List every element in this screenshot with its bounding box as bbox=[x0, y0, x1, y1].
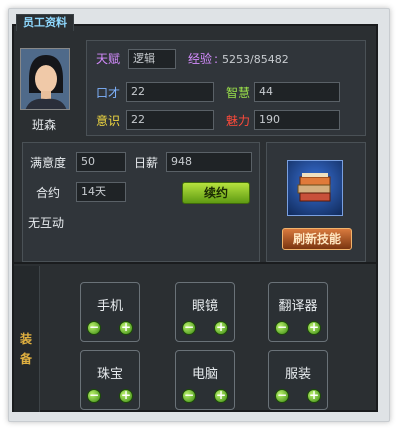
decrease-translator-button[interactable]: − bbox=[275, 321, 289, 335]
equip-slot-glasses[interactable]: 眼镜 − + bbox=[175, 282, 235, 342]
interaction-status: 无互动 bbox=[28, 216, 65, 230]
satisfaction-field: 50 bbox=[76, 152, 126, 172]
awareness-label: 意识 bbox=[96, 114, 121, 128]
eloquence-label: 口才 bbox=[96, 86, 121, 100]
refresh-skills-button[interactable]: 刷新技能 bbox=[282, 228, 352, 250]
increase-translator-button[interactable]: + bbox=[307, 321, 321, 335]
employee-name: 班森 bbox=[32, 118, 57, 132]
equip-slot-computer[interactable]: 电脑 − + bbox=[175, 350, 235, 410]
decrease-jewelry-button[interactable]: − bbox=[87, 389, 101, 403]
decrease-clothing-button[interactable]: − bbox=[275, 389, 289, 403]
exp-label: 经验 bbox=[188, 52, 213, 66]
decrease-phone-button[interactable]: − bbox=[87, 321, 101, 335]
renew-button[interactable]: 续约 bbox=[182, 182, 250, 204]
charm-field: 190 bbox=[254, 110, 340, 130]
decrease-glasses-button[interactable]: − bbox=[182, 321, 196, 335]
increase-jewelry-button[interactable]: + bbox=[119, 389, 133, 403]
talent-field: 逻辑 bbox=[128, 49, 176, 69]
term-field: 14天 bbox=[76, 182, 126, 202]
term-label: 合约 bbox=[36, 186, 61, 200]
talent-label: 天赋 bbox=[96, 52, 121, 66]
charm-label: 魅力 bbox=[226, 114, 251, 128]
eloquence-field: 22 bbox=[126, 82, 214, 102]
portrait-image bbox=[21, 49, 69, 109]
employee-portrait bbox=[20, 48, 70, 110]
intelligence-field: 44 bbox=[254, 82, 340, 102]
skill-book-icon[interactable] bbox=[287, 160, 343, 216]
increase-computer-button[interactable]: + bbox=[214, 389, 228, 403]
decrease-computer-button[interactable]: − bbox=[182, 389, 196, 403]
equip-slot-phone[interactable]: 手机 − + bbox=[80, 282, 140, 342]
awareness-field: 22 bbox=[126, 110, 214, 130]
intelligence-label: 智慧 bbox=[226, 86, 251, 100]
equip-slot-jewelry[interactable]: 珠宝 − + bbox=[80, 350, 140, 410]
increase-phone-button[interactable]: + bbox=[119, 321, 133, 335]
salary-label: 日薪 bbox=[134, 156, 159, 170]
salary-field: 948 bbox=[166, 152, 252, 172]
increase-clothing-button[interactable]: + bbox=[307, 389, 321, 403]
section-divider bbox=[14, 262, 376, 264]
window-title: 员工资料 bbox=[16, 14, 74, 31]
side-tab-char-2: 备 bbox=[20, 352, 33, 366]
exp-value: 5253/85482 bbox=[222, 53, 289, 66]
satisfaction-label: 满意度 bbox=[30, 156, 67, 170]
equip-slot-clothing[interactable]: 服装 − + bbox=[268, 350, 328, 410]
side-tab-char-1: 装 bbox=[20, 332, 33, 346]
equip-slot-translator[interactable]: 翻译器 − + bbox=[268, 282, 328, 342]
increase-glasses-button[interactable]: + bbox=[214, 321, 228, 335]
